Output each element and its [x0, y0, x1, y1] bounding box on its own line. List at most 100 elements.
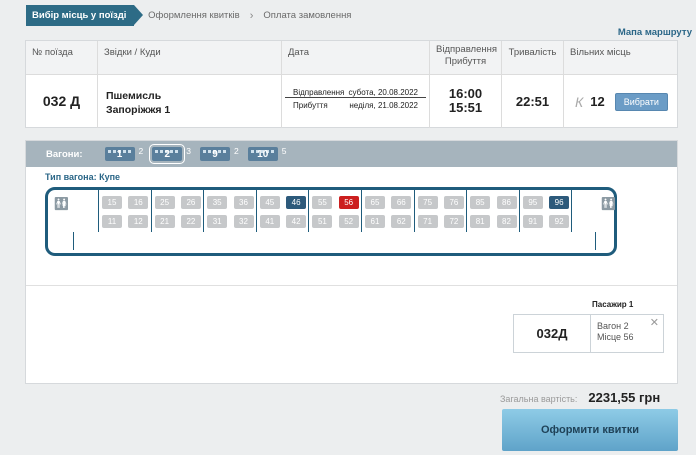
- free-seat-count: 12: [590, 94, 605, 109]
- wagon-icon: 1: [104, 147, 135, 161]
- seat-86[interactable]: 86: [496, 196, 517, 209]
- seat-82[interactable]: 82: [496, 215, 517, 228]
- wagon-tab-1[interactable]: 1 2: [104, 144, 143, 164]
- seat-95[interactable]: 95: [522, 196, 543, 209]
- departure-time: 16:00: [448, 86, 483, 101]
- step-payment[interactable]: Оплата замовлення: [263, 10, 351, 21]
- wagon-type-label: Тип вагона: Купе: [45, 172, 121, 182]
- route-cities: Пшемисль Запоріжжя 1: [98, 75, 281, 117]
- times: 16:00 15:51: [430, 75, 501, 115]
- ticket-train-number: 032Д: [514, 315, 591, 352]
- chevron-right-icon: ›: [249, 9, 254, 22]
- departure-date: субота, 20.08.2022: [348, 88, 418, 97]
- door: [73, 232, 74, 250]
- arrival-date-row: Прибуття неділя, 21.08.2022: [293, 101, 418, 110]
- compartment-divider: [203, 190, 205, 232]
- seat-15[interactable]: 15: [102, 196, 122, 209]
- seat-42[interactable]: 42: [286, 215, 307, 228]
- wagons-label: Вагони:: [46, 148, 83, 160]
- seat-85[interactable]: 85: [470, 196, 491, 209]
- seat-16[interactable]: 16: [128, 196, 149, 209]
- compartment-divider: [466, 190, 468, 232]
- coach-map: 🚻︎ 🚻︎ 15 16 25 26 35 36 45 46 55 56 65 66 75 76 85 86 95…: [45, 187, 617, 256]
- header-date: Дата: [282, 41, 430, 74]
- route-map-link[interactable]: Мапа маршруту: [618, 27, 692, 38]
- seat-92[interactable]: 92: [549, 215, 570, 228]
- seat-12[interactable]: 12: [128, 215, 149, 228]
- seat-72[interactable]: 72: [443, 215, 464, 228]
- wagon-tab-10[interactable]: 10 5: [247, 144, 286, 164]
- seat-25[interactable]: 25: [154, 196, 175, 209]
- seat-81[interactable]: 81: [470, 215, 491, 228]
- seat-41[interactable]: 41: [259, 215, 280, 228]
- toilet-icon: 🚻︎: [53, 196, 70, 211]
- header-times: Відправлення Прибуття: [430, 41, 502, 74]
- seat-56[interactable]: 56: [338, 196, 359, 209]
- duration: 22:51: [515, 94, 550, 109]
- seat-46[interactable]: 46: [286, 196, 307, 209]
- seat-61[interactable]: 61: [365, 215, 385, 228]
- seat-75[interactable]: 75: [417, 196, 438, 209]
- table-header: № поїзда Звідки / Куди Дата Відправлення…: [26, 41, 677, 75]
- passenger-ticket: 032Д Вагон 2 Місце 56 ✕: [513, 314, 664, 353]
- seat-32[interactable]: 32: [233, 215, 254, 228]
- seat-35[interactable]: 35: [207, 196, 228, 209]
- seat-71[interactable]: 71: [417, 215, 438, 228]
- train-table: № поїзда Звідки / Куди Дата Відправлення…: [25, 40, 678, 128]
- wagon-panel: Вагони: 1 2 2 3 9 2 10 5 Тип вагона: Куп…: [25, 140, 678, 384]
- header-train-no: № поїзда: [26, 41, 98, 74]
- table-row: 032 Д Пшемисль Запоріжжя 1 Відправлення …: [26, 75, 677, 128]
- step-seat-selection[interactable]: Вибір місць у поїзді: [26, 5, 144, 26]
- seat-45[interactable]: 45: [259, 196, 280, 209]
- seat-62[interactable]: 62: [391, 215, 412, 228]
- seat-65[interactable]: 65: [365, 196, 385, 209]
- header-duration: Тривалість: [502, 41, 564, 74]
- seat-96[interactable]: 96: [549, 196, 570, 209]
- wagon-selector: Вагони: 1 2 2 3 9 2 10 5: [26, 141, 677, 167]
- compartment-divider: [571, 190, 573, 232]
- door: [595, 232, 596, 250]
- wagon-tab-9[interactable]: 9 2: [200, 144, 239, 164]
- arrival-date: неділя, 21.08.2022: [349, 101, 418, 110]
- train-number: 032 Д: [42, 93, 81, 109]
- compartment-divider: [413, 190, 415, 232]
- compartment-divider: [255, 190, 257, 232]
- toilet-icon: 🚻︎: [600, 196, 617, 211]
- checkout-button[interactable]: Оформити квитки: [502, 409, 678, 451]
- departure-date-row: Відправлення субота, 20.08.2022: [285, 88, 426, 98]
- total-value: 2231,55 грн: [588, 390, 661, 405]
- seat-66[interactable]: 66: [391, 196, 412, 209]
- seat-31[interactable]: 31: [207, 215, 228, 228]
- wagon-icon: 10: [247, 147, 278, 161]
- compartment-divider: [518, 190, 520, 232]
- step-ticket-registration[interactable]: Оформлення квитків: [148, 10, 240, 21]
- progress-steps: Вибір місць у поїзді › Оформлення квиткі…: [26, 5, 351, 26]
- ticket-seat: Місце 56: [597, 332, 634, 342]
- wagon-tab-2[interactable]: 2 3: [149, 144, 191, 164]
- compartment-divider: [98, 190, 99, 232]
- header-route: Звідки / Куди: [98, 41, 282, 74]
- total-label: Загальна вартість:: [500, 394, 578, 404]
- seat-36[interactable]: 36: [233, 196, 254, 209]
- wagon-icon: 9: [200, 147, 230, 161]
- seat-22[interactable]: 22: [180, 215, 201, 228]
- seat-51[interactable]: 51: [312, 215, 333, 228]
- class-label: К: [575, 93, 584, 110]
- seat-55[interactable]: 55: [312, 196, 333, 209]
- seat-21[interactable]: 21: [154, 215, 175, 228]
- header-free-seats: Вільних місць: [570, 47, 631, 58]
- wagon-icon: 2: [149, 144, 186, 164]
- passenger-label: Пасажир 1: [592, 300, 634, 309]
- seat-52[interactable]: 52: [338, 215, 359, 228]
- close-icon[interactable]: ✕: [650, 318, 659, 329]
- compartment-divider: [308, 190, 310, 232]
- seat-26[interactable]: 26: [180, 196, 201, 209]
- seat-11[interactable]: 11: [102, 215, 122, 228]
- seat-76[interactable]: 76: [443, 196, 464, 209]
- to-city: Запоріжжя 1: [106, 104, 171, 116]
- compartment-divider: [361, 190, 362, 232]
- choose-button[interactable]: Вибрати: [614, 92, 668, 111]
- seat-91[interactable]: 91: [522, 215, 543, 228]
- ticket-wagon: Вагон 2: [597, 321, 629, 331]
- from-city: Пшемисль: [106, 90, 162, 102]
